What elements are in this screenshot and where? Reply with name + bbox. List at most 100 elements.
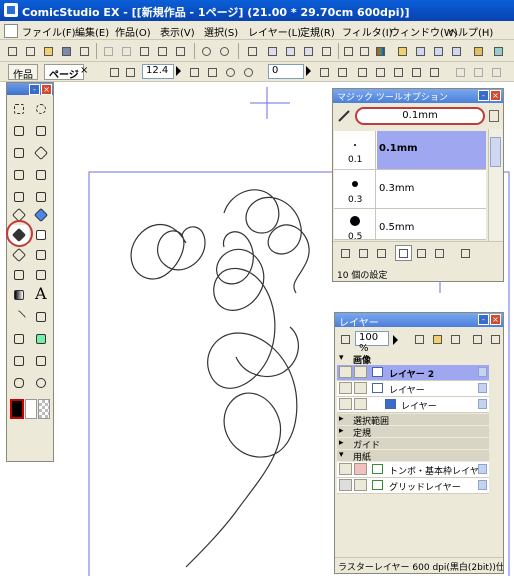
color-transparent-swatch[interactable] <box>38 399 50 419</box>
options-menu-icon[interactable] <box>489 110 499 122</box>
size-list-scrollbar[interactable] <box>488 129 503 241</box>
rotate-reset-icon[interactable] <box>106 64 123 80</box>
tab-work[interactable]: 作品 <box>8 64 38 81</box>
eye-icon[interactable] <box>339 382 352 394</box>
size-row[interactable]: 0.5 0.5mm <box>334 209 486 240</box>
frame-snap-icon[interactable] <box>426 64 443 80</box>
redo-icon[interactable] <box>216 43 233 59</box>
eye-icon[interactable] <box>339 398 352 410</box>
view-mode-5-icon[interactable] <box>413 245 430 261</box>
layer-settings-icon[interactable] <box>478 383 487 393</box>
correction-icon[interactable] <box>9 329 29 349</box>
fit-height-icon[interactable] <box>334 64 351 80</box>
collapse-icon[interactable]: ▾ <box>339 450 344 460</box>
guide-snap-icon[interactable] <box>390 64 407 80</box>
hand-icon[interactable] <box>9 373 29 393</box>
folder-paper[interactable]: ▾ 用紙 <box>337 450 489 463</box>
eye-icon[interactable] <box>339 463 352 475</box>
layer-menu-icon[interactable] <box>487 331 504 347</box>
layer-row[interactable]: トンボ・基本枠レイヤー <box>337 462 489 478</box>
close-icon[interactable]: × <box>490 90 501 101</box>
layer-row-selected[interactable]: レイヤー 2 <box>337 365 489 381</box>
perspective-snap-icon[interactable] <box>408 64 425 80</box>
minimize-icon[interactable]: - <box>478 90 489 101</box>
edit-toggle-icon[interactable] <box>354 382 367 394</box>
magic-wand-icon[interactable] <box>9 121 29 141</box>
move-object-icon[interactable] <box>31 121 51 141</box>
menu-work[interactable]: 作品(O) <box>115 24 151 39</box>
new-folder-icon[interactable] <box>429 331 446 347</box>
layer-settings-icon[interactable] <box>478 367 487 377</box>
minimize-icon[interactable]: - <box>478 314 489 325</box>
brush-icon[interactable] <box>9 245 29 265</box>
view-mode-4-icon[interactable] <box>395 245 412 261</box>
layer-settings-icon[interactable] <box>478 464 487 474</box>
zoom-icon[interactable] <box>31 373 51 393</box>
collapse-icon[interactable]: ▸ <box>339 426 344 436</box>
menu-filter[interactable]: フィルタ(I) <box>342 24 393 39</box>
view-page-icon[interactable] <box>264 43 281 59</box>
new-file-icon[interactable] <box>4 43 21 59</box>
pen-active-icon[interactable] <box>354 366 367 378</box>
menu-help[interactable]: ヘルプ(H) <box>448 24 493 39</box>
rotation-input[interactable]: 12.4 <box>142 64 174 79</box>
opacity-arrow-icon[interactable] <box>393 335 398 345</box>
view-grid-icon[interactable] <box>300 43 317 59</box>
menu-select[interactable]: 選択(S) <box>204 24 238 39</box>
layer-window-icon[interactable] <box>430 43 447 59</box>
cut-icon[interactable] <box>100 43 117 59</box>
rotation-dropdown-icon[interactable] <box>176 66 181 76</box>
pattern-brush-icon[interactable] <box>31 265 51 285</box>
color-palette-icon[interactable] <box>372 43 389 59</box>
opacity-input[interactable]: 100 % <box>355 331 389 354</box>
collapse-icon[interactable]: ▸ <box>339 414 344 424</box>
paste-icon[interactable] <box>136 43 153 59</box>
eraser-icon[interactable] <box>31 225 51 245</box>
navigator-icon[interactable] <box>448 43 465 59</box>
menu-file[interactable]: ファイル(F) <box>22 24 76 39</box>
view-story-icon[interactable] <box>318 43 335 59</box>
view-mode-2-icon[interactable] <box>355 245 372 261</box>
airbrush-icon[interactable] <box>31 245 51 265</box>
tab-close-icon[interactable]: × <box>80 65 88 76</box>
open-icon[interactable] <box>40 43 57 59</box>
frame-icon[interactable] <box>31 329 51 349</box>
grid-icon[interactable] <box>9 187 29 207</box>
close-icon[interactable]: × <box>41 84 52 95</box>
menu-layer[interactable]: レイヤー(L) <box>248 24 301 39</box>
line-icon[interactable] <box>9 307 29 327</box>
rotate-step-icon[interactable] <box>122 64 139 80</box>
folder-ruler[interactable]: ▸ 定規 <box>337 426 489 439</box>
color-black-swatch[interactable] <box>10 399 24 419</box>
menu-view[interactable]: 表示(V) <box>160 24 195 39</box>
scroll-thumb[interactable] <box>490 137 501 167</box>
delete-layer-icon[interactable] <box>447 331 464 347</box>
flip-h-icon[interactable] <box>186 64 203 80</box>
view-mode-3-icon[interactable] <box>373 245 390 261</box>
copy-icon[interactable] <box>118 43 135 59</box>
ruler-icon[interactable] <box>9 165 29 185</box>
edit-toggle-icon[interactable] <box>354 398 367 410</box>
tab-page[interactable]: ページ <box>44 64 84 81</box>
color-white-swatch[interactable] <box>25 399 37 419</box>
layer-row[interactable]: グリッドレイヤー <box>337 478 489 494</box>
trash-icon[interactable] <box>172 43 189 59</box>
lock-icon[interactable] <box>469 331 486 347</box>
text-tool-icon[interactable]: A <box>35 284 47 303</box>
rotate-right-icon[interactable] <box>240 64 257 80</box>
rectangle-icon[interactable] <box>31 307 51 327</box>
selected-size-field[interactable]: 0.1mm <box>355 107 485 125</box>
folder-guide[interactable]: ▸ ガイド <box>337 438 489 451</box>
new-layer-icon[interactable] <box>411 331 428 347</box>
rotate-left-icon[interactable] <box>222 64 239 80</box>
palette-grid-icon[interactable] <box>356 43 373 59</box>
flip-v-icon[interactable] <box>204 64 221 80</box>
save-icon[interactable] <box>58 43 75 59</box>
collapse-icon[interactable]: ▾ <box>339 353 344 363</box>
layer-settings-icon[interactable] <box>478 480 487 490</box>
panel-menu-icon[interactable] <box>457 245 474 261</box>
layer-row[interactable]: レイヤー <box>337 381 489 397</box>
stamp-icon[interactable] <box>31 351 51 371</box>
ruler-snap-icon[interactable] <box>354 64 371 80</box>
size-row[interactable]: 0.1 0.1mm <box>334 131 486 170</box>
